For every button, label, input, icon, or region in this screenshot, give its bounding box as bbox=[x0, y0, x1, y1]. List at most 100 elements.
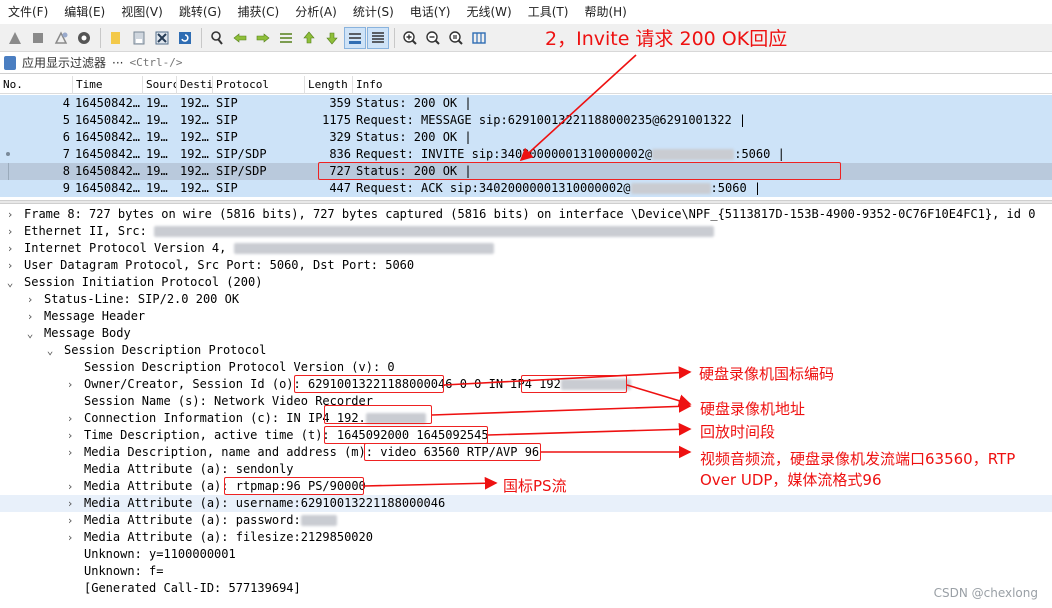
packet-info-suffix: :5060 | bbox=[734, 147, 785, 161]
zoom-out-icon[interactable] bbox=[422, 27, 444, 49]
packet-info: Request: INVITE sip:34020000001310000002… bbox=[356, 146, 1046, 163]
go-to-packet-icon[interactable] bbox=[275, 27, 297, 49]
go-first-icon[interactable] bbox=[298, 27, 320, 49]
menu-statistics[interactable]: 统计(S) bbox=[345, 0, 402, 24]
detail-udp[interactable]: › User Datagram Protocol, Src Port: 5060… bbox=[0, 257, 1052, 274]
packet-row[interactable]: 6 16450842… 19… 192… SIP 329 Status: 200… bbox=[0, 129, 1052, 146]
menu-help[interactable]: 帮助(H) bbox=[576, 0, 634, 24]
packet-time: 16450842… bbox=[75, 96, 141, 110]
col-header-protocol[interactable]: Protocol bbox=[213, 76, 305, 94]
expand-arrow-icon[interactable]: › bbox=[64, 427, 76, 444]
detail-attr-username[interactable]: › Media Attribute (a): username:62910013… bbox=[0, 495, 1052, 512]
detail-text: Message Header bbox=[44, 309, 146, 323]
reload-file-icon[interactable] bbox=[174, 27, 196, 49]
packet-time: 16450842… bbox=[75, 181, 141, 195]
open-file-icon[interactable] bbox=[105, 27, 127, 49]
detail-sdp[interactable]: ⌄ Session Description Protocol bbox=[0, 342, 1052, 359]
detail-text: Unknown: f= bbox=[84, 564, 164, 578]
zoom-in-icon[interactable] bbox=[399, 27, 421, 49]
resize-columns-icon[interactable] bbox=[468, 27, 490, 49]
detail-call-id[interactable]: [Generated Call-ID: 577139694] bbox=[0, 580, 1052, 597]
col-header-destination[interactable]: Desti bbox=[177, 76, 213, 94]
menu-telephony[interactable]: 电话(Y) bbox=[402, 0, 459, 24]
detail-attr-password[interactable]: › Media Attribute (a): password: bbox=[0, 512, 1052, 529]
packet-row[interactable]: 7 16450842… 19… 192… SIP/SDP 836 Request… bbox=[0, 146, 1052, 163]
detail-time[interactable]: › Time Description, active time (t): 164… bbox=[0, 427, 1052, 444]
autoscroll-icon[interactable] bbox=[344, 26, 366, 49]
capture-options-icon[interactable] bbox=[73, 27, 95, 49]
owner-prefix: Owner/Creator, Session Id (o): bbox=[84, 377, 308, 391]
detail-frame[interactable]: › Frame 8: 727 bytes on wire (5816 bits)… bbox=[0, 206, 1052, 223]
filter-bookmark-icon[interactable] bbox=[4, 55, 16, 70]
detail-attr-filesize[interactable]: › Media Attribute (a): filesize:21298500… bbox=[0, 529, 1052, 546]
expand-arrow-icon[interactable]: › bbox=[4, 206, 16, 223]
detail-message-header[interactable]: › Message Header bbox=[0, 308, 1052, 325]
detail-ethernet[interactable]: › Ethernet II, Src: bbox=[0, 223, 1052, 240]
packet-row[interactable]: 9 16450842… 19… 192… SIP 447 Request: AC… bbox=[0, 180, 1052, 197]
colorize-icon[interactable] bbox=[367, 26, 389, 49]
packet-row[interactable]: 5 16450842… 19… 192… SIP 1175 Request: M… bbox=[0, 112, 1052, 129]
detail-sip[interactable]: ⌄ Session Initiation Protocol (200) bbox=[0, 274, 1052, 291]
save-file-icon[interactable] bbox=[128, 27, 150, 49]
col-header-length[interactable]: Length bbox=[305, 76, 353, 94]
conn-prefix: Connection Information (c): IN IP4 bbox=[84, 411, 337, 425]
go-forward-icon[interactable] bbox=[252, 27, 274, 49]
detail-connection[interactable]: › Connection Information (c): IN IP4 192… bbox=[0, 410, 1052, 427]
collapse-arrow-icon[interactable]: ⌄ bbox=[24, 325, 36, 342]
zoom-normal-icon[interactable] bbox=[445, 27, 467, 49]
collapse-arrow-icon[interactable]: ⌄ bbox=[44, 342, 56, 359]
expand-arrow-icon[interactable]: › bbox=[64, 512, 76, 529]
col-header-time[interactable]: Time bbox=[73, 76, 143, 94]
find-packet-icon[interactable] bbox=[206, 27, 228, 49]
menu-analyze[interactable]: 分析(A) bbox=[287, 0, 345, 24]
expand-arrow-icon[interactable]: › bbox=[64, 529, 76, 546]
detail-ip[interactable]: › Internet Protocol Version 4, bbox=[0, 240, 1052, 257]
expand-arrow-icon[interactable]: › bbox=[4, 223, 16, 240]
expand-arrow-icon[interactable]: › bbox=[64, 444, 76, 461]
detail-status-line[interactable]: › Status-Line: SIP/2.0 200 OK bbox=[0, 291, 1052, 308]
pane-splitter[interactable] bbox=[0, 200, 1052, 204]
expand-arrow-icon[interactable]: › bbox=[4, 240, 16, 257]
annotation-playback-period: 回放时间段 bbox=[700, 423, 776, 441]
menu-wireless[interactable]: 无线(W) bbox=[459, 0, 520, 24]
col-header-source[interactable]: Sourc bbox=[143, 76, 177, 94]
detail-text: Session Description Protocol bbox=[64, 343, 267, 357]
detail-unknown-f[interactable]: Unknown: f= bbox=[0, 563, 1052, 580]
detail-text: Internet Protocol Version 4, bbox=[24, 240, 494, 257]
collapse-arrow-icon[interactable]: ⌄ bbox=[4, 274, 16, 291]
menu-file[interactable]: 文件(F) bbox=[0, 0, 56, 24]
detail-unknown-y[interactable]: Unknown: y=1100000001 bbox=[0, 546, 1052, 563]
expand-arrow-icon[interactable]: › bbox=[64, 376, 76, 393]
detail-session-name[interactable]: Session Name (s): Network Video Recorder bbox=[0, 393, 1052, 410]
detail-message-body[interactable]: ⌄ Message Body bbox=[0, 325, 1052, 342]
expand-arrow-icon[interactable]: › bbox=[64, 495, 76, 512]
detail-text: Session Initiation Protocol (200) bbox=[24, 275, 263, 289]
menu-view[interactable]: 视图(V) bbox=[113, 0, 171, 24]
menu-capture[interactable]: 捕获(C) bbox=[229, 0, 287, 24]
restart-capture-icon[interactable] bbox=[50, 27, 72, 49]
display-filter-input[interactable] bbox=[129, 56, 730, 69]
expand-arrow-icon[interactable]: › bbox=[4, 257, 16, 274]
detail-text: Unknown: y=1100000001 bbox=[84, 547, 236, 561]
close-file-icon[interactable] bbox=[151, 27, 173, 49]
col-header-no[interactable]: No. bbox=[0, 76, 73, 94]
expand-arrow-icon[interactable]: › bbox=[64, 410, 76, 427]
detail-sdp-version[interactable]: Session Description Protocol Version (v)… bbox=[0, 359, 1052, 376]
expand-arrow-icon[interactable]: › bbox=[24, 291, 36, 308]
packet-info-prefix: Request: INVITE sip:34020000001310000002… bbox=[356, 147, 653, 161]
menu-edit[interactable]: 编辑(E) bbox=[56, 0, 113, 24]
col-header-info[interactable]: Info bbox=[353, 76, 1052, 94]
toolbar-separator bbox=[100, 27, 101, 48]
go-last-icon[interactable] bbox=[321, 27, 343, 49]
filter-label: 应用显示过滤器 bbox=[22, 56, 107, 70]
menu-tools[interactable]: 工具(T) bbox=[520, 0, 577, 24]
packet-protocol: SIP bbox=[216, 113, 238, 127]
menu-go[interactable]: 跳转(G) bbox=[171, 0, 230, 24]
stop-capture-icon[interactable] bbox=[27, 27, 49, 49]
shark-fin-start-icon[interactable] bbox=[4, 27, 26, 49]
packet-no: 4 bbox=[62, 96, 70, 110]
packet-row[interactable]: 4 16450842… 19… 192… SIP 359 Status: 200… bbox=[0, 95, 1052, 112]
go-back-icon[interactable] bbox=[229, 27, 251, 49]
expand-arrow-icon[interactable]: › bbox=[24, 308, 36, 325]
expand-arrow-icon[interactable]: › bbox=[64, 478, 76, 495]
